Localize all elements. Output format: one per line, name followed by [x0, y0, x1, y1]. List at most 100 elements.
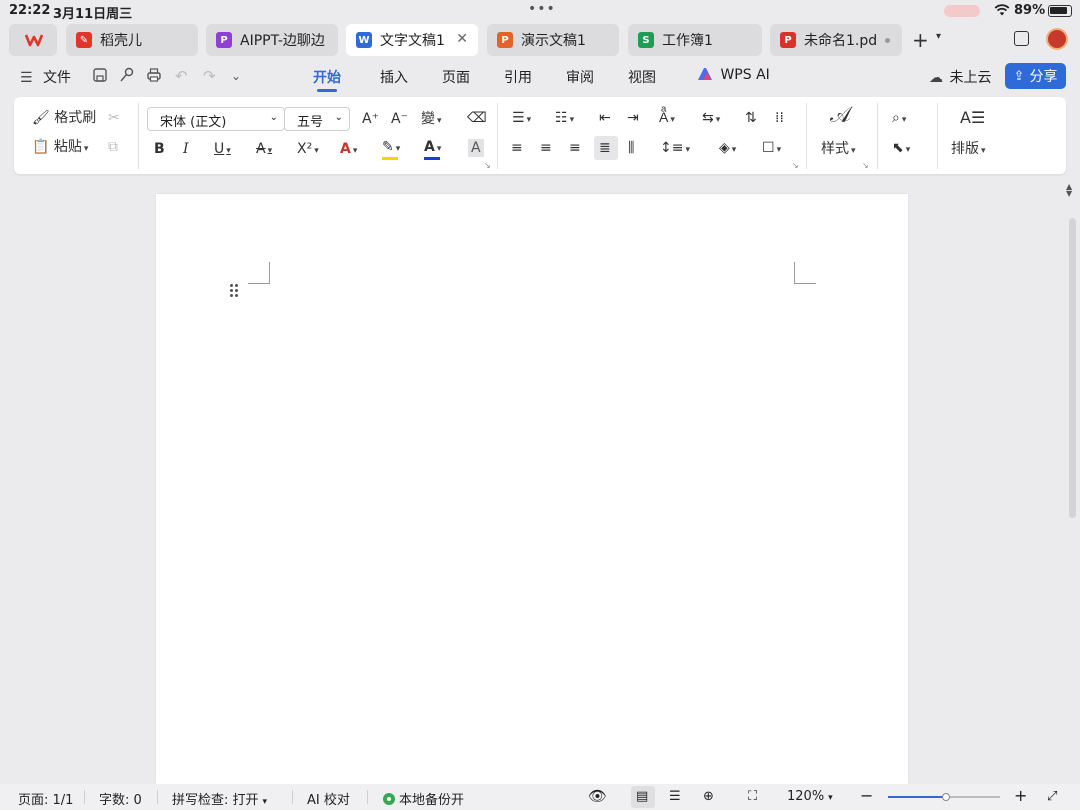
fit-page-icon[interactable]: ⛶: [748, 789, 757, 804]
document-page[interactable]: [156, 194, 908, 784]
wps-ai-button[interactable]: WPS AI: [697, 67, 770, 83]
cloud-upload-icon: ☁: [929, 70, 943, 86]
tab-page[interactable]: 页面: [442, 67, 470, 87]
print-icon[interactable]: [146, 67, 162, 83]
select-icon[interactable]: ⬉ ▾: [892, 139, 910, 159]
tab-docer[interactable]: ✎ 稻壳儿: [66, 24, 198, 56]
web-view-globe-icon[interactable]: ⊕: [703, 789, 714, 804]
share-button[interactable]: ⇪ 分享: [1005, 63, 1066, 89]
show-marks-icon[interactable]: ⁞⁞: [775, 109, 784, 127]
text-effect-button[interactable]: A ▾: [340, 140, 357, 160]
spellcheck-toggle[interactable]: 拼写检查: 打开 ▾: [172, 789, 267, 808]
ai-proofread-button[interactable]: AI 校对: [307, 789, 350, 808]
font-size-select[interactable]: 五号 ⌄: [284, 107, 350, 131]
page-count[interactable]: 页面: 1/1: [18, 789, 73, 808]
layout-button[interactable]: 排版 ▾: [951, 140, 986, 160]
tab-review[interactable]: 审阅: [566, 67, 594, 87]
text-direction-icon[interactable]: Aͣ ▾: [659, 109, 675, 129]
paragraph-shading-icon[interactable]: ◈ ▾: [719, 139, 736, 159]
paste-button[interactable]: 📋 粘贴 ▾: [32, 138, 88, 158]
line-break-icon[interactable]: ⇆ ▾: [702, 109, 720, 129]
window-switch-icon[interactable]: [1014, 31, 1029, 46]
tab-writer-document[interactable]: W 文字文稿1 ✕: [346, 24, 478, 56]
align-right-icon[interactable]: ≡: [569, 139, 581, 157]
save-icon[interactable]: [92, 67, 108, 83]
file-menu-button[interactable]: ☰ 文件: [20, 67, 71, 87]
copy-icon[interactable]: ⧉: [108, 138, 118, 156]
styles-button[interactable]: 样式 ▾: [821, 140, 856, 160]
tab-presentation[interactable]: P 演示文稿1: [487, 24, 619, 56]
divider: [84, 790, 85, 804]
increase-font-icon[interactable]: A⁺: [362, 110, 379, 128]
clear-formatting-icon[interactable]: ⌫: [467, 109, 487, 127]
paragraph-drag-handle-icon[interactable]: [230, 284, 240, 300]
format-painter-icon: 🖌: [32, 110, 50, 126]
tab-label: 工作簿1: [662, 33, 713, 49]
tab-insert[interactable]: 插入: [380, 67, 408, 87]
phonetic-guide-icon[interactable]: 變 ▾: [421, 110, 442, 130]
align-center-icon[interactable]: ≡: [540, 139, 552, 157]
zoom-out-icon[interactable]: −: [860, 786, 873, 805]
chevron-down-icon[interactable]: ⌄: [231, 69, 241, 83]
fullscreen-icon[interactable]: ⤢: [1047, 789, 1057, 804]
page-view-icon[interactable]: ▤: [636, 789, 648, 804]
underline-button[interactable]: U ▾: [214, 140, 231, 160]
tab-aippt[interactable]: P AIPPT-边聊边: [206, 24, 338, 56]
strikethrough-button[interactable]: A ▾: [256, 140, 272, 160]
font-dialog-launcher-icon[interactable]: ↘: [484, 157, 491, 175]
word-count[interactable]: 字数: 0: [99, 789, 142, 808]
export-icon[interactable]: [119, 67, 135, 83]
cut-icon[interactable]: ✂: [108, 109, 120, 127]
divider: [157, 790, 158, 804]
superscript-button[interactable]: X² ▾: [297, 140, 319, 160]
tab-spreadsheet[interactable]: S 工作簿1: [628, 24, 762, 56]
tab-view[interactable]: 视图: [628, 67, 656, 87]
docer-icon: ✎: [76, 32, 92, 48]
scroll-page-arrows-icon[interactable]: ▲ ▼: [1066, 183, 1072, 198]
cloud-status-button[interactable]: ☁ 未上云: [929, 67, 991, 87]
chevron-down-icon[interactable]: ▾: [936, 31, 941, 42]
zoom-slider-handle[interactable]: [942, 793, 951, 801]
close-tab-icon[interactable]: ✕: [456, 31, 468, 47]
italic-label: I: [183, 141, 189, 157]
numbered-list-icon[interactable]: ☷ ▾: [555, 109, 574, 129]
increase-indent-icon[interactable]: ⇥: [627, 109, 639, 127]
font-color-button[interactable]: A ▾: [424, 138, 441, 158]
styles-icon[interactable]: 𝒜: [830, 105, 851, 127]
tab-home[interactable]: 开始: [313, 67, 341, 92]
decrease-indent-icon[interactable]: ⇤: [599, 109, 611, 127]
multitasking-dots-icon[interactable]: •••: [528, 1, 556, 17]
format-painter-button[interactable]: 🖌 格式刷: [32, 109, 96, 127]
line-spacing-icon[interactable]: ↕≡ ▾: [660, 139, 690, 159]
divider: [806, 103, 807, 169]
undo-icon[interactable]: ↶: [175, 67, 188, 85]
bold-button[interactable]: B: [154, 140, 165, 158]
font-family-select[interactable]: 宋体 (正文) ⌄: [147, 107, 285, 131]
styles-dialog-launcher-icon[interactable]: ↘: [862, 157, 869, 175]
tab-wps-home[interactable]: [9, 24, 57, 56]
zoom-select[interactable]: 120% ▾: [787, 789, 833, 804]
find-icon[interactable]: ⌕ ▾: [892, 109, 906, 129]
align-left-icon[interactable]: ≡: [511, 139, 523, 157]
bullet-list-icon[interactable]: ☰ ▾: [512, 109, 531, 129]
outline-view-icon[interactable]: ☰: [669, 789, 681, 804]
local-backup-toggle[interactable]: 本地备份开: [383, 789, 464, 808]
justify-icon[interactable]: ≣: [599, 139, 611, 157]
highlight-button[interactable]: ✎ ▾: [382, 138, 400, 158]
decrease-font-icon[interactable]: A⁻: [391, 110, 408, 128]
italic-button[interactable]: I: [183, 140, 189, 158]
tab-references[interactable]: 引用: [504, 67, 532, 87]
border-icon[interactable]: ☐ ▾: [762, 139, 781, 159]
character-shading-button[interactable]: A: [468, 139, 484, 157]
redo-icon[interactable]: ↷: [203, 67, 216, 85]
tab-pdf[interactable]: P 未命名1.pd: [770, 24, 902, 56]
zoom-in-icon[interactable]: +: [1014, 786, 1027, 805]
vertical-scrollbar[interactable]: [1069, 218, 1076, 518]
avatar[interactable]: [1046, 28, 1068, 50]
distributed-align-icon[interactable]: ⫼: [628, 139, 634, 157]
layout-icon[interactable]: A☰: [960, 109, 985, 127]
new-tab-plus-icon[interactable]: +: [912, 28, 929, 52]
paragraph-dialog-launcher-icon[interactable]: ↘: [792, 157, 799, 175]
sort-icon[interactable]: ⇅: [745, 109, 757, 127]
reading-mode-eye-icon[interactable]: 👁: [588, 787, 607, 805]
